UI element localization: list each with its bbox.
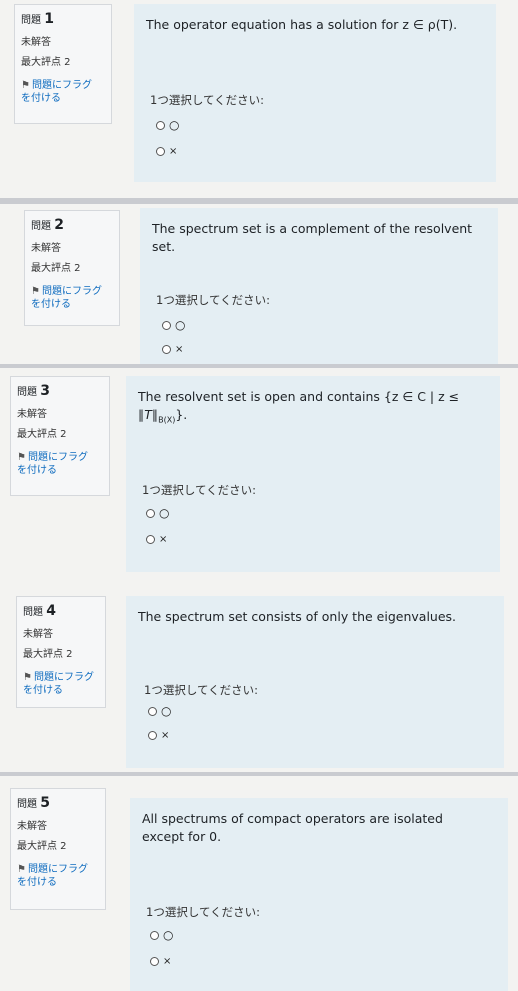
flag-question-link[interactable]: ⚑ 問題にフラグ を付ける xyxy=(23,671,101,698)
option-cross[interactable]: × xyxy=(162,344,183,355)
flag-icon: ⚑ xyxy=(17,863,26,875)
radio-button[interactable] xyxy=(156,147,165,156)
question-content: The resolvent set is open and contains {… xyxy=(126,376,500,572)
radio-button[interactable] xyxy=(162,345,171,354)
option-circle[interactable]: ○ xyxy=(162,318,185,332)
option-cross[interactable]: × xyxy=(150,956,171,967)
question-info: 問題 5 未解答 最大評点 2 ⚑ 問題にフラグ を付ける xyxy=(10,788,106,910)
question-text: The spectrum set is a complement of the … xyxy=(152,221,473,255)
question-grade: 最大評点 2 xyxy=(31,263,81,274)
question-5: 問題 5 未解答 最大評点 2 ⚑ 問題にフラグ を付ける All spectrum… xyxy=(0,778,518,991)
flag-question-link[interactable]: ⚑ 問題にフラグ を付ける xyxy=(31,285,115,312)
question-state: 未解答 xyxy=(23,628,53,640)
option-circle[interactable]: ○ xyxy=(146,506,169,520)
question-state: 未解答 xyxy=(17,820,47,832)
question-text: The operator equation has a solution for… xyxy=(146,17,458,32)
flag-question-link[interactable]: ⚑ 問題にフラグ を付ける xyxy=(17,863,101,890)
question-number: 問題 2 xyxy=(31,217,64,233)
option-cross[interactable]: × xyxy=(146,534,167,545)
question-info: 問題 1 未解答 最大評点 2 ⚑ 問題にフラグ を付ける xyxy=(14,4,112,124)
radio-button[interactable] xyxy=(156,120,165,130)
answer-prompt: 1つ選択してください: xyxy=(146,905,261,919)
flag-icon: ⚑ xyxy=(23,671,32,683)
question-1: 問題 1 未解答 最大評点 2 ⚑ 問題にフラグ を付ける The operator… xyxy=(0,0,518,200)
flag-question-link[interactable]: ⚑ 問題にフラグ を付ける xyxy=(21,79,107,106)
radio-button[interactable] xyxy=(146,535,155,544)
answer-prompt: 1つ選択してください: xyxy=(156,293,271,307)
question-grade: 最大評点 2 xyxy=(17,429,67,440)
question-number: 問題 4 xyxy=(23,603,56,619)
question-number: 問題 1 xyxy=(21,11,54,27)
question-3: 問題 3 未解答 最大評点 2 ⚑ 問題にフラグ を付ける The resolven… xyxy=(0,368,518,578)
radio-button[interactable] xyxy=(148,706,157,716)
question-text: All spectrums of compact operators are i… xyxy=(142,811,443,845)
question-4: 問題 4 未解答 最大評点 2 ⚑ 問題にフラグ を付ける The spectrum… xyxy=(0,590,518,770)
question-2: 問題 2 未解答 最大評点 2 ⚑ 問題にフラグ を付ける The spectrum… xyxy=(0,204,518,364)
radio-button[interactable] xyxy=(146,508,155,518)
option-cross[interactable]: × xyxy=(148,730,169,741)
answer-prompt: 1つ選択してください: xyxy=(144,683,259,697)
question-info: 問題 4 未解答 最大評点 2 ⚑ 問題にフラグ を付ける xyxy=(16,596,106,708)
option-circle[interactable]: ○ xyxy=(156,118,179,132)
radio-button[interactable] xyxy=(148,731,157,740)
question-grade: 最大評点 2 xyxy=(21,57,71,68)
flag-icon: ⚑ xyxy=(31,285,40,297)
question-grade: 最大評点 2 xyxy=(17,841,67,852)
flag-question-link[interactable]: ⚑ 問題にフラグ を付ける xyxy=(17,451,105,478)
question-content: All spectrums of compact operators are i… xyxy=(130,798,508,991)
radio-button[interactable] xyxy=(162,320,171,330)
question-content: The spectrum set is a complement of the … xyxy=(140,208,498,364)
radio-button[interactable] xyxy=(150,957,159,966)
radio-button[interactable] xyxy=(150,930,159,940)
question-number: 問題 3 xyxy=(17,383,50,399)
question-text: The spectrum set consists of only the ei… xyxy=(138,609,457,624)
question-info: 問題 2 未解答 最大評点 2 ⚑ 問題にフラグ を付ける xyxy=(24,210,120,326)
question-state: 未解答 xyxy=(17,408,47,420)
question-state: 未解答 xyxy=(21,36,51,48)
option-cross[interactable]: × xyxy=(156,146,177,157)
answer-prompt: 1つ選択してください: xyxy=(142,483,257,497)
question-state: 未解答 xyxy=(31,242,61,254)
option-circle[interactable]: ○ xyxy=(148,704,171,718)
question-text: The resolvent set is open and contains {… xyxy=(138,389,460,425)
question-number: 問題 5 xyxy=(17,795,50,811)
option-circle[interactable]: ○ xyxy=(150,928,173,942)
flag-icon: ⚑ xyxy=(17,451,26,463)
question-info: 問題 3 未解答 最大評点 2 ⚑ 問題にフラグ を付ける xyxy=(10,376,110,496)
question-grade: 最大評点 2 xyxy=(23,649,73,660)
flag-icon: ⚑ xyxy=(21,79,30,91)
answer-prompt: 1つ選択してください: xyxy=(150,93,265,107)
